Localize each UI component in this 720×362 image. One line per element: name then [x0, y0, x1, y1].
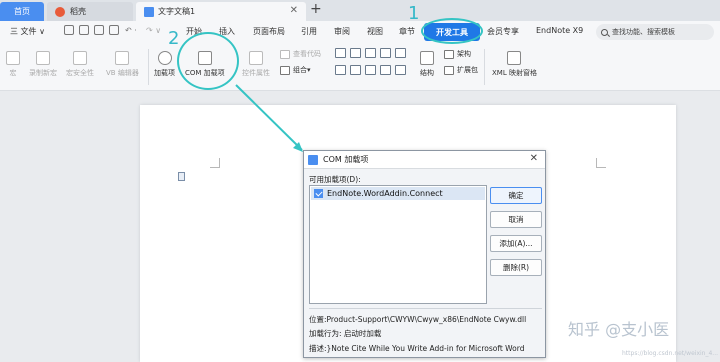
dialog-title: COM 加载项: [323, 155, 369, 164]
available-addins-label: 可用加载项(D):: [309, 175, 361, 184]
addin-location: 位置:Product-Support\CWYW\Cwyw_x86\EndNote…: [309, 315, 527, 324]
checkbox-checked[interactable]: [314, 189, 323, 198]
ok-button[interactable]: 确定: [490, 187, 542, 204]
add-button[interactable]: 添加(A)...: [490, 235, 542, 252]
watermark-url: https://blog.csdn.net/weixin_4...: [622, 350, 719, 357]
addin-name: EndNote.WordAddin.Connect: [327, 189, 443, 198]
addin-load-behavior: 加载行为: 启动时加载: [309, 329, 382, 338]
addins-list[interactable]: EndNote.WordAddin.Connect: [309, 185, 487, 304]
watermark-text: 知乎 @支小医: [568, 320, 670, 339]
annotation-step-2: 2: [168, 28, 180, 49]
close-icon[interactable]: ✕: [530, 153, 538, 164]
annotation-circle-developer: [421, 18, 483, 44]
annotation-step-1: 1: [408, 3, 420, 24]
remove-button[interactable]: 删除(R): [490, 259, 542, 276]
wps-logo-icon: [308, 154, 318, 165]
dialog-title-bar: COM 加载项 ✕: [304, 151, 545, 169]
annotation-circle-com: [177, 32, 239, 90]
cancel-button[interactable]: 取消: [490, 211, 542, 228]
com-addins-dialog: COM 加载项 ✕ 可用加载项(D): EndNote.WordAddin.Co…: [303, 150, 546, 358]
addin-description: 描述:}Note Cite While You Write Add-in for…: [309, 344, 525, 353]
dialog-divider: [309, 308, 542, 309]
list-item[interactable]: EndNote.WordAddin.Connect: [311, 187, 485, 200]
